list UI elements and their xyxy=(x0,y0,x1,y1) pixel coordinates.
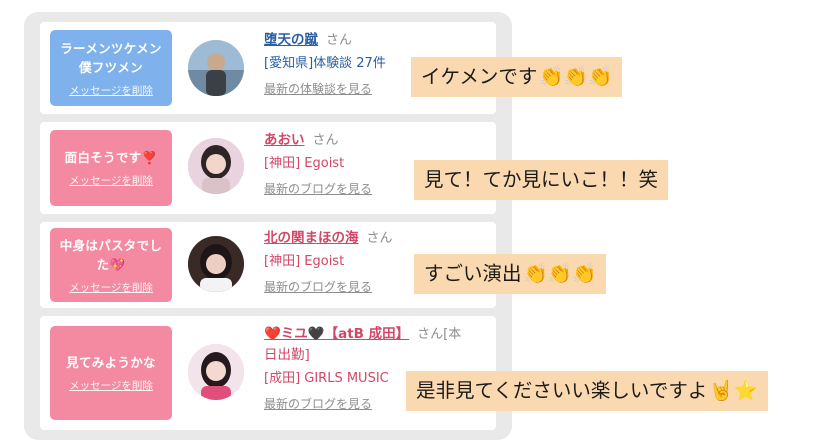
bubble-message-line: 僕フツメン xyxy=(78,59,143,75)
clap-emoji-icon: 👏👏👏 xyxy=(539,65,613,88)
message-bubble: ラーメンツケメン 僕フツメン メッセージを削除 xyxy=(50,30,172,106)
avatar[interactable] xyxy=(188,236,244,292)
delete-message-link[interactable]: メッセージを削除 xyxy=(69,173,153,188)
bubble-message: 見てみようかな xyxy=(66,355,156,370)
avatar[interactable] xyxy=(188,344,244,400)
rock-star-emoji-icon: 🤘⭐ xyxy=(709,379,758,402)
profile-name-continued: 日出勤] xyxy=(264,347,310,363)
profile-name-link[interactable]: 堕天の蹴 xyxy=(264,32,318,48)
bubble-message-line: た💖 xyxy=(96,256,126,272)
caption-text: 是非見てくださいい楽しいですよ xyxy=(416,379,708,402)
bubble-message-line: 中身はパスタでし xyxy=(59,237,163,253)
avatar[interactable] xyxy=(188,138,244,194)
message-bubble: 見てみようかな メッセージを削除 xyxy=(50,326,172,420)
profile-name-link[interactable]: あおい xyxy=(264,132,305,148)
caption-comment: 是非見てくださいい楽しいですよ 🤘⭐ xyxy=(406,371,768,411)
caption-comment: イケメンです 👏👏👏 xyxy=(411,57,623,97)
name-suffix: さん xyxy=(366,231,393,246)
name-suffix: さん[本 xyxy=(417,327,462,342)
bubble-message: 面白そうです❣️ xyxy=(64,150,158,165)
profile-name-link[interactable]: ❤️ミユ🖤【atB 成田】 xyxy=(264,326,409,342)
delete-message-link[interactable]: メッセージを削除 xyxy=(69,280,153,295)
message-bubble: 中身はパスタでし た💖 メッセージを削除 xyxy=(50,228,172,302)
clap-emoji-icon: 👏👏👏 xyxy=(523,262,597,285)
caption-comment: すごい演出 👏👏👏 xyxy=(414,254,607,294)
bubble-message: 中身はパスタでし た💖 xyxy=(60,236,162,274)
bubble-message: ラーメンツケメン 僕フツメン xyxy=(60,39,162,77)
delete-message-link[interactable]: メッセージを削除 xyxy=(69,83,153,98)
profile-name-link[interactable]: 北の関まほの海 xyxy=(264,230,359,246)
name-suffix: さん xyxy=(326,33,353,48)
message-bubble: 面白そうです❣️ メッセージを削除 xyxy=(50,130,172,206)
caption-text: 見て！てか見にいこ！！笑 xyxy=(424,168,659,191)
caption-text: すごい演出 xyxy=(424,262,522,285)
delete-message-link[interactable]: メッセージを削除 xyxy=(69,378,153,393)
bubble-message-line: ラーメンツケメン xyxy=(60,40,162,56)
caption-text: イケメンです xyxy=(421,65,538,88)
caption-comment: 見て！てか見にいこ！！笑 xyxy=(414,160,669,200)
avatar[interactable] xyxy=(188,40,244,96)
name-suffix: さん xyxy=(312,133,339,148)
